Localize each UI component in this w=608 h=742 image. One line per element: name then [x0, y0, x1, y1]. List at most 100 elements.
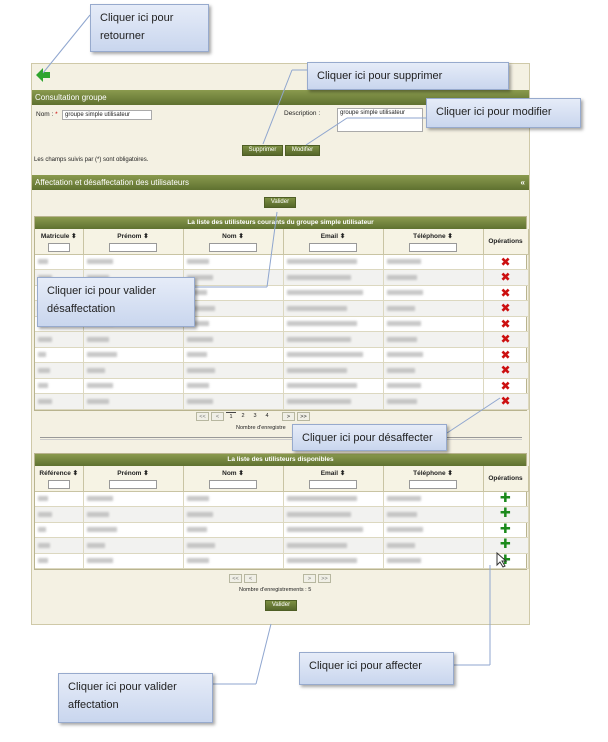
column-header[interactable]: Téléphone ⬍: [383, 466, 484, 492]
column-header[interactable]: Prénom ⬍: [83, 466, 184, 492]
delete-icon[interactable]: ✖: [500, 363, 510, 377]
pager-page-2[interactable]: 2: [238, 412, 248, 421]
add-icon[interactable]: ✚: [500, 537, 511, 552]
table-cell: [35, 537, 84, 554]
available-users-pager: << < > >>: [229, 574, 331, 583]
add-icon[interactable]: ✚: [500, 522, 511, 537]
current-users-title: La liste des utilisteurs courants du gro…: [35, 217, 526, 229]
pager-prev-button[interactable]: <: [211, 412, 224, 421]
delete-icon[interactable]: ✖: [500, 379, 510, 393]
column-header[interactable]: Opérations: [483, 229, 529, 255]
column-header[interactable]: Email ⬍: [283, 466, 384, 492]
table-cell: [35, 491, 84, 507]
pager-page-3[interactable]: 3: [250, 412, 260, 421]
table-cell: [383, 269, 484, 286]
column-header[interactable]: Email ⬍: [283, 229, 384, 255]
validate-assign-button[interactable]: Valider: [265, 600, 297, 611]
pager-next-button[interactable]: >: [282, 412, 295, 421]
table-cell: [183, 300, 284, 317]
table-cell: [283, 269, 384, 286]
modify-button[interactable]: Modifier: [285, 145, 320, 156]
table-cell: [183, 269, 284, 286]
column-header[interactable]: Opérations: [483, 466, 529, 492]
pager-last-button[interactable]: >>: [318, 574, 331, 583]
column-filter-input[interactable]: [409, 480, 457, 489]
column-filter-input[interactable]: [47, 243, 70, 252]
table-cell: [383, 378, 484, 394]
column-header[interactable]: Prénom ⬍: [83, 229, 184, 255]
pager-last-button[interactable]: >>: [297, 412, 310, 421]
redacted-value: [286, 511, 351, 517]
nom-label: Nom : *: [36, 111, 58, 118]
delete-button[interactable]: Supprimer: [242, 145, 283, 156]
column-header-label: Téléphone ⬍: [413, 233, 453, 240]
table-cell: [283, 378, 384, 394]
column-filter-input[interactable]: [109, 243, 157, 252]
table-cell: [35, 393, 84, 410]
pager-next-button[interactable]: >: [303, 574, 316, 583]
column-header[interactable]: Nom ⬍: [183, 466, 284, 492]
validate-unassign-button[interactable]: Valider: [264, 197, 296, 208]
column-header[interactable]: Nom ⬍: [183, 229, 284, 255]
operations-cell: ✚: [483, 506, 529, 523]
table-cell: [383, 300, 484, 317]
redacted-value: [386, 511, 417, 517]
table-cell: [383, 506, 484, 523]
operations-cell: ✖: [483, 347, 529, 363]
table-cell: [35, 553, 84, 569]
description-textarea[interactable]: groupe simple utilisateur: [337, 108, 423, 132]
collapse-icon[interactable]: «: [521, 175, 525, 190]
redacted-value: [186, 336, 213, 342]
add-icon[interactable]: ✚: [500, 506, 511, 521]
nom-input[interactable]: groupe simple utilisateur: [62, 110, 152, 120]
add-icon[interactable]: ✚: [500, 553, 511, 568]
callout-return: Cliquer ici pour retourner: [90, 4, 209, 52]
delete-icon[interactable]: ✖: [500, 255, 510, 269]
redacted-value: [186, 259, 209, 265]
column-filter-input[interactable]: [47, 480, 70, 489]
delete-icon[interactable]: ✖: [500, 286, 510, 300]
description-label: Description :: [284, 110, 321, 117]
table-cell: [283, 316, 384, 332]
delete-icon[interactable]: ✖: [500, 317, 510, 331]
operations-cell: ✖: [483, 362, 529, 379]
add-icon[interactable]: ✚: [500, 491, 511, 506]
column-filter-input[interactable]: [309, 480, 357, 489]
column-header[interactable]: Matricule ⬍: [35, 229, 84, 255]
table-cell: [35, 347, 84, 363]
pager-page-1[interactable]: 1: [226, 412, 236, 421]
delete-icon[interactable]: ✖: [500, 270, 510, 284]
callout-assign: Cliquer ici pour affecter: [299, 652, 454, 685]
delete-icon[interactable]: ✖: [500, 394, 510, 408]
pager-page-4[interactable]: 4: [262, 412, 272, 421]
delete-icon[interactable]: ✖: [500, 348, 510, 362]
table-cell: [83, 378, 184, 394]
redacted-value: [86, 367, 105, 373]
column-header-label: Opérations: [488, 474, 523, 482]
operations-cell: ✚: [483, 491, 529, 507]
table-cell: [383, 522, 484, 538]
back-arrow-icon[interactable]: [36, 68, 50, 82]
delete-icon[interactable]: ✖: [500, 332, 510, 346]
redacted-value: [86, 511, 109, 517]
redacted-value: [86, 383, 113, 389]
column-filter-input[interactable]: [209, 480, 257, 489]
callout-unassign: Cliquer ici pour désaffecter: [292, 424, 447, 451]
pager-first-button[interactable]: <<: [229, 574, 242, 583]
column-header[interactable]: Référence ⬍: [35, 466, 84, 492]
table-cell: [183, 331, 284, 348]
column-filter-input[interactable]: [109, 480, 157, 489]
redacted-value: [38, 542, 50, 548]
column-header-label: Prénom ⬍: [117, 470, 149, 477]
column-filter-input[interactable]: [409, 243, 457, 252]
redacted-value: [186, 398, 213, 404]
redacted-value: [186, 367, 215, 373]
delete-icon[interactable]: ✖: [500, 301, 510, 315]
column-filter-input[interactable]: [309, 243, 357, 252]
operations-cell: ✖: [483, 254, 529, 270]
pager-first-button[interactable]: <<: [196, 412, 209, 421]
redacted-value: [286, 367, 347, 373]
pager-prev-button[interactable]: <: [244, 574, 257, 583]
column-filter-input[interactable]: [209, 243, 257, 252]
column-header[interactable]: Téléphone ⬍: [383, 229, 484, 255]
